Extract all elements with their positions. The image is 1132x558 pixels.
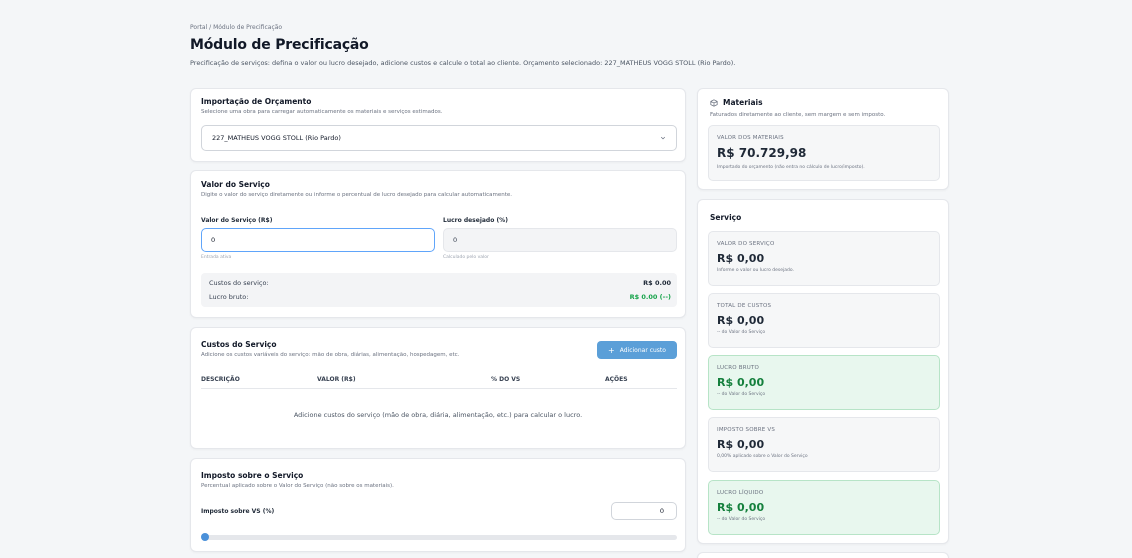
add-cost-button[interactable]: + Adicionar custo (597, 341, 677, 359)
service-costs-title: Custos do Serviço (201, 340, 277, 349)
profit-label: Lucro desejado (%) (443, 217, 508, 224)
tax-input[interactable]: 0 (611, 502, 677, 520)
import-title: Importação de Orçamento (201, 97, 312, 106)
service-value-title: Valor do Serviço (201, 180, 270, 189)
page-header: Portal / Módulo de Precificação Módulo d… (190, 24, 950, 67)
import-subtitle: Selecione uma obra para carregar automat… (201, 109, 443, 115)
gross-profit-value: R$ 0.00 (--) (629, 293, 671, 301)
metric-label: VALOR DO SERVIÇO (717, 241, 775, 247)
gross-profit-label: Lucro bruto: (209, 293, 249, 301)
col-description: DESCRIÇÃO (201, 376, 240, 383)
chevron-down-icon (660, 136, 666, 140)
metric-note: -- do Valor do Serviço (717, 330, 766, 335)
metric-label: LUCRO LÍQUIDO (717, 490, 764, 496)
materials-subtitle: Faturados diretamente ao cliente, sem ma… (710, 112, 886, 118)
plus-icon: + (608, 345, 615, 355)
metric-total-costs: TOTAL DE CUSTOS R$ 0,00 -- do Valor do S… (708, 293, 940, 348)
metric-value: R$ 0,00 (717, 376, 765, 389)
tax-input-value: 0 (659, 507, 664, 515)
budget-select[interactable]: 227_MATHEUS VOGG STOLL (Rio Pardo) (201, 125, 677, 151)
profit-input[interactable]: 0 (443, 228, 677, 252)
service-summary: Custos do serviço: R$ 0.00 Lucro bruto: … (201, 273, 677, 307)
service-value-label: Valor do Serviço (R$) (201, 217, 273, 224)
service-costs-card: Custos do Serviço Adicione os custos var… (190, 327, 686, 449)
materials-card: Materiais Faturados diretamente ao clien… (697, 88, 949, 190)
materials-metric-value: R$ 70.729,98 (717, 146, 807, 160)
metric-gross-profit: LUCRO BRUTO R$ 0,00 -- do Valor do Servi… (708, 355, 940, 410)
costs-empty-message: Adicione custos do serviço (mão de obra,… (293, 411, 583, 419)
metric-note: 0,00% aplicado sobre o Valor do Serviço (717, 454, 808, 459)
metric-service-value: VALOR DO SERVIÇO R$ 0,00 Informe o valor… (708, 231, 940, 286)
metric-label: LUCRO BRUTO (717, 365, 760, 371)
service-costs-subtitle: Adicione os custos variáveis do serviço:… (201, 352, 460, 358)
tax-slider-thumb[interactable] (201, 533, 209, 541)
page-subtitle: Precificação de serviços: defina o valor… (190, 59, 736, 67)
service-value-input-value: 0 (211, 236, 216, 244)
costs-value: R$ 0.00 (643, 279, 671, 287)
service-value-hint: Entrada ativa (201, 255, 232, 260)
profit-hint: Calculado pelo valor (443, 255, 489, 260)
tax-subtitle: Percentual aplicado sobre o Valor do Ser… (201, 483, 394, 489)
page-title: Módulo de Precificação (190, 37, 369, 53)
budget-select-value: 227_MATHEUS VOGG STOLL (Rio Pardo) (212, 134, 341, 142)
metric-label: TOTAL DE CUSTOS (717, 303, 772, 309)
metric-note: Informe o valor ou lucro desejado. (717, 268, 795, 273)
metric-value: R$ 0,00 (717, 501, 765, 514)
next-card-edge (697, 552, 949, 558)
breadcrumb[interactable]: Portal / Módulo de Precificação (190, 24, 950, 31)
service-value-subtitle: Digite o valor do serviço diretamente ou… (201, 192, 513, 198)
service-value-input[interactable]: 0 (201, 228, 435, 252)
profit-input-value: 0 (453, 236, 458, 244)
service-value-card: Valor do Serviço Digite o valor do servi… (190, 170, 686, 318)
col-value: VALOR (R$) (317, 376, 356, 383)
tax-slider[interactable] (203, 535, 677, 540)
add-cost-label: Adicionar custo (619, 346, 666, 354)
materials-metric-note: Importado do orçamento (não entra no cál… (717, 165, 865, 170)
col-percent: % DO VS (491, 376, 521, 383)
materials-metric: VALOR DOS MATERIAIS R$ 70.729,98 Importa… (708, 125, 940, 181)
import-card: Importação de Orçamento Selecione uma ob… (190, 88, 686, 162)
metric-value: R$ 0,00 (717, 438, 765, 451)
tax-label: Imposto sobre VS (%) (201, 508, 275, 515)
metric-value: R$ 0,00 (717, 252, 765, 265)
costs-label: Custos do serviço: (209, 279, 269, 287)
metric-label: IMPOSTO SOBRE VS (717, 427, 776, 433)
metric-note: -- do Valor do Serviço (717, 392, 766, 397)
col-actions: AÇÕES (605, 376, 628, 383)
tax-title: Imposto sobre o Serviço (201, 471, 304, 480)
cube-icon (710, 98, 718, 107)
service-summary-card: Serviço VALOR DO SERVIÇO R$ 0,00 Informe… (697, 199, 949, 544)
metric-tax: IMPOSTO SOBRE VS R$ 0,00 0,00% aplicado … (708, 417, 940, 472)
service-summary-title: Serviço (710, 213, 742, 222)
metric-note: -- do Valor do Serviço (717, 517, 766, 522)
materials-metric-label: VALOR DOS MATERIAIS (717, 135, 784, 141)
page: Portal / Módulo de Precificação Módulo d… (0, 0, 1132, 558)
materials-title: Materiais (723, 98, 763, 107)
tax-card: Imposto sobre o Serviço Percentual aplic… (190, 458, 686, 552)
table-divider (201, 388, 677, 389)
metric-value: R$ 0,00 (717, 314, 765, 327)
metric-net-profit: LUCRO LÍQUIDO R$ 0,00 -- do Valor do Ser… (708, 480, 940, 535)
